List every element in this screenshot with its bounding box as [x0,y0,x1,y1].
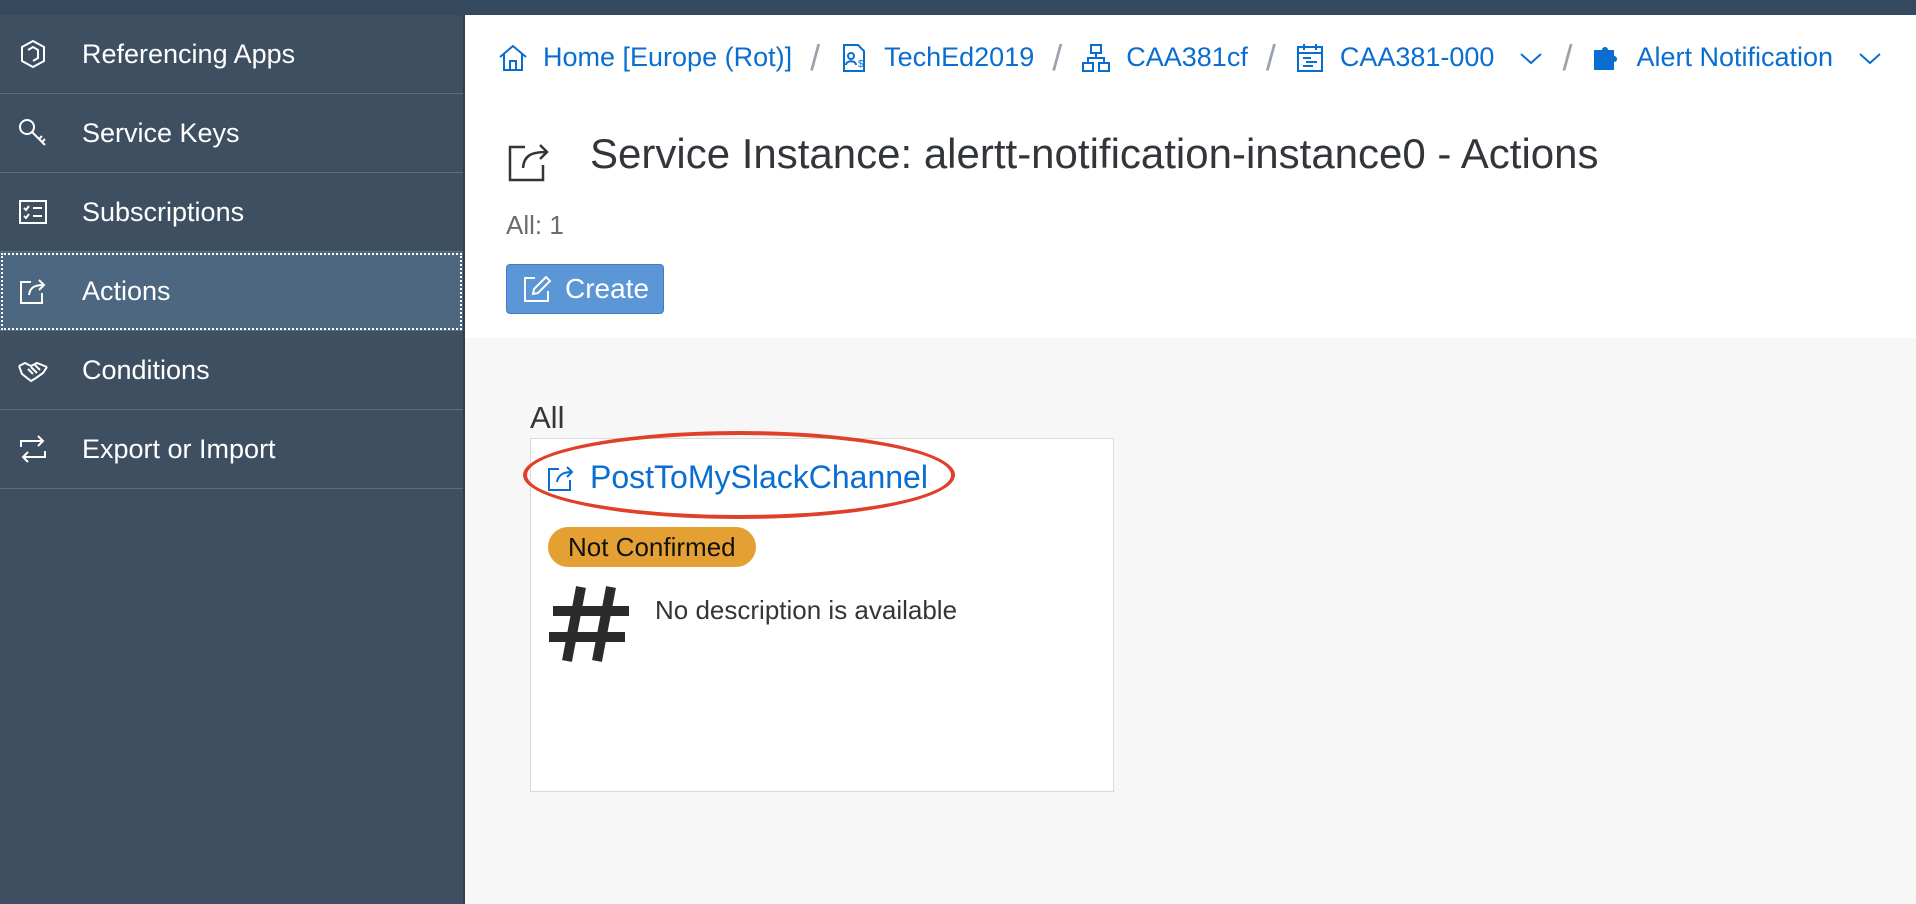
section-label: All [530,400,565,435]
breadcrumb-separator: / [810,36,821,78]
breadcrumb-service[interactable]: Alert Notification [1590,42,1883,74]
breadcrumb: Home [Europe (Rot)] / $ TechEd2019 / CAA… [465,15,1916,100]
sidebar-item-referencing-apps[interactable]: Referencing Apps [0,15,463,94]
action-description: No description is available [655,595,958,625]
breadcrumb-global-account[interactable]: $ TechEd2019 [838,42,1034,74]
create-button[interactable]: Create [506,264,664,314]
key-icon [17,117,49,149]
breadcrumb-space[interactable]: CAA381-000 [1294,42,1545,74]
item-count: All: 1 [506,210,564,240]
sidebar-item-label: Service Keys [82,117,240,148]
share-action-icon [548,465,574,491]
hexagon-box-icon [17,38,49,70]
handshake-icon [17,354,49,386]
sidebar: Referencing Apps Service Keys Subscripti… [0,15,465,904]
create-button-label: Create [565,273,650,304]
checklist-icon [17,196,49,228]
breadcrumb-label: CAA381-000 [1339,42,1495,72]
edit-icon [524,275,552,302]
sidebar-item-label: Referencing Apps [82,38,296,69]
sidebar-item-label: Export or Import [82,433,276,464]
share-action-icon [17,275,49,307]
page-title: Service Instance: alertt-notification-in… [590,130,1599,177]
sidebar-item-conditions[interactable]: Conditions [0,331,463,410]
org-hierarchy-icon [1080,42,1112,74]
breadcrumb-label: TechEd2019 [884,42,1035,72]
chevron-down-icon[interactable] [1857,45,1883,71]
breadcrumb-subaccount[interactable]: CAA381cf [1080,42,1248,74]
action-tile[interactable]: PostToMySlackChannel Not Confirmed No de… [523,431,1114,792]
sidebar-item-actions[interactable]: Actions [0,252,463,331]
breadcrumb-home[interactable]: Home [Europe (Rot)] [497,42,792,74]
share-action-icon [505,137,553,185]
hash-slack-icon [545,579,633,667]
export-import-icon [17,433,49,465]
breadcrumb-label: Alert Notification [1636,42,1834,72]
status-badge: Not Confirmed [548,527,756,567]
sidebar-item-service-keys[interactable]: Service Keys [0,94,463,173]
sidebar-item-label: Actions [82,275,171,306]
main-area: Home [Europe (Rot)] / $ TechEd2019 / CAA… [465,15,1916,904]
page-header: Service Instance: alertt-notification-in… [465,100,1916,338]
shell-top-bar [0,0,1916,15]
breadcrumb-separator: / [1562,36,1573,78]
sidebar-item-label: Conditions [82,354,210,385]
space-calendar-icon [1294,42,1326,74]
sidebar-item-label: Subscriptions [82,196,245,227]
content-area: All PostToMySlackChannel Not Confirmed N… [465,338,1916,904]
breadcrumb-label: CAA381cf [1126,42,1248,72]
breadcrumb-separator: / [1052,36,1063,78]
global-account-icon: $ [838,42,870,74]
puzzle-service-icon [1590,42,1622,74]
home-icon [497,42,529,74]
chevron-down-icon[interactable] [1518,45,1544,71]
breadcrumb-separator: / [1265,36,1276,78]
breadcrumb-label: Home [Europe (Rot)] [543,42,793,72]
sidebar-item-export-import[interactable]: Export or Import [0,410,463,489]
action-name-link[interactable]: PostToMySlackChannel [546,459,928,496]
svg-text:$: $ [858,59,864,70]
sidebar-item-subscriptions[interactable]: Subscriptions [0,173,463,252]
action-name: PostToMySlackChannel [590,459,928,495]
